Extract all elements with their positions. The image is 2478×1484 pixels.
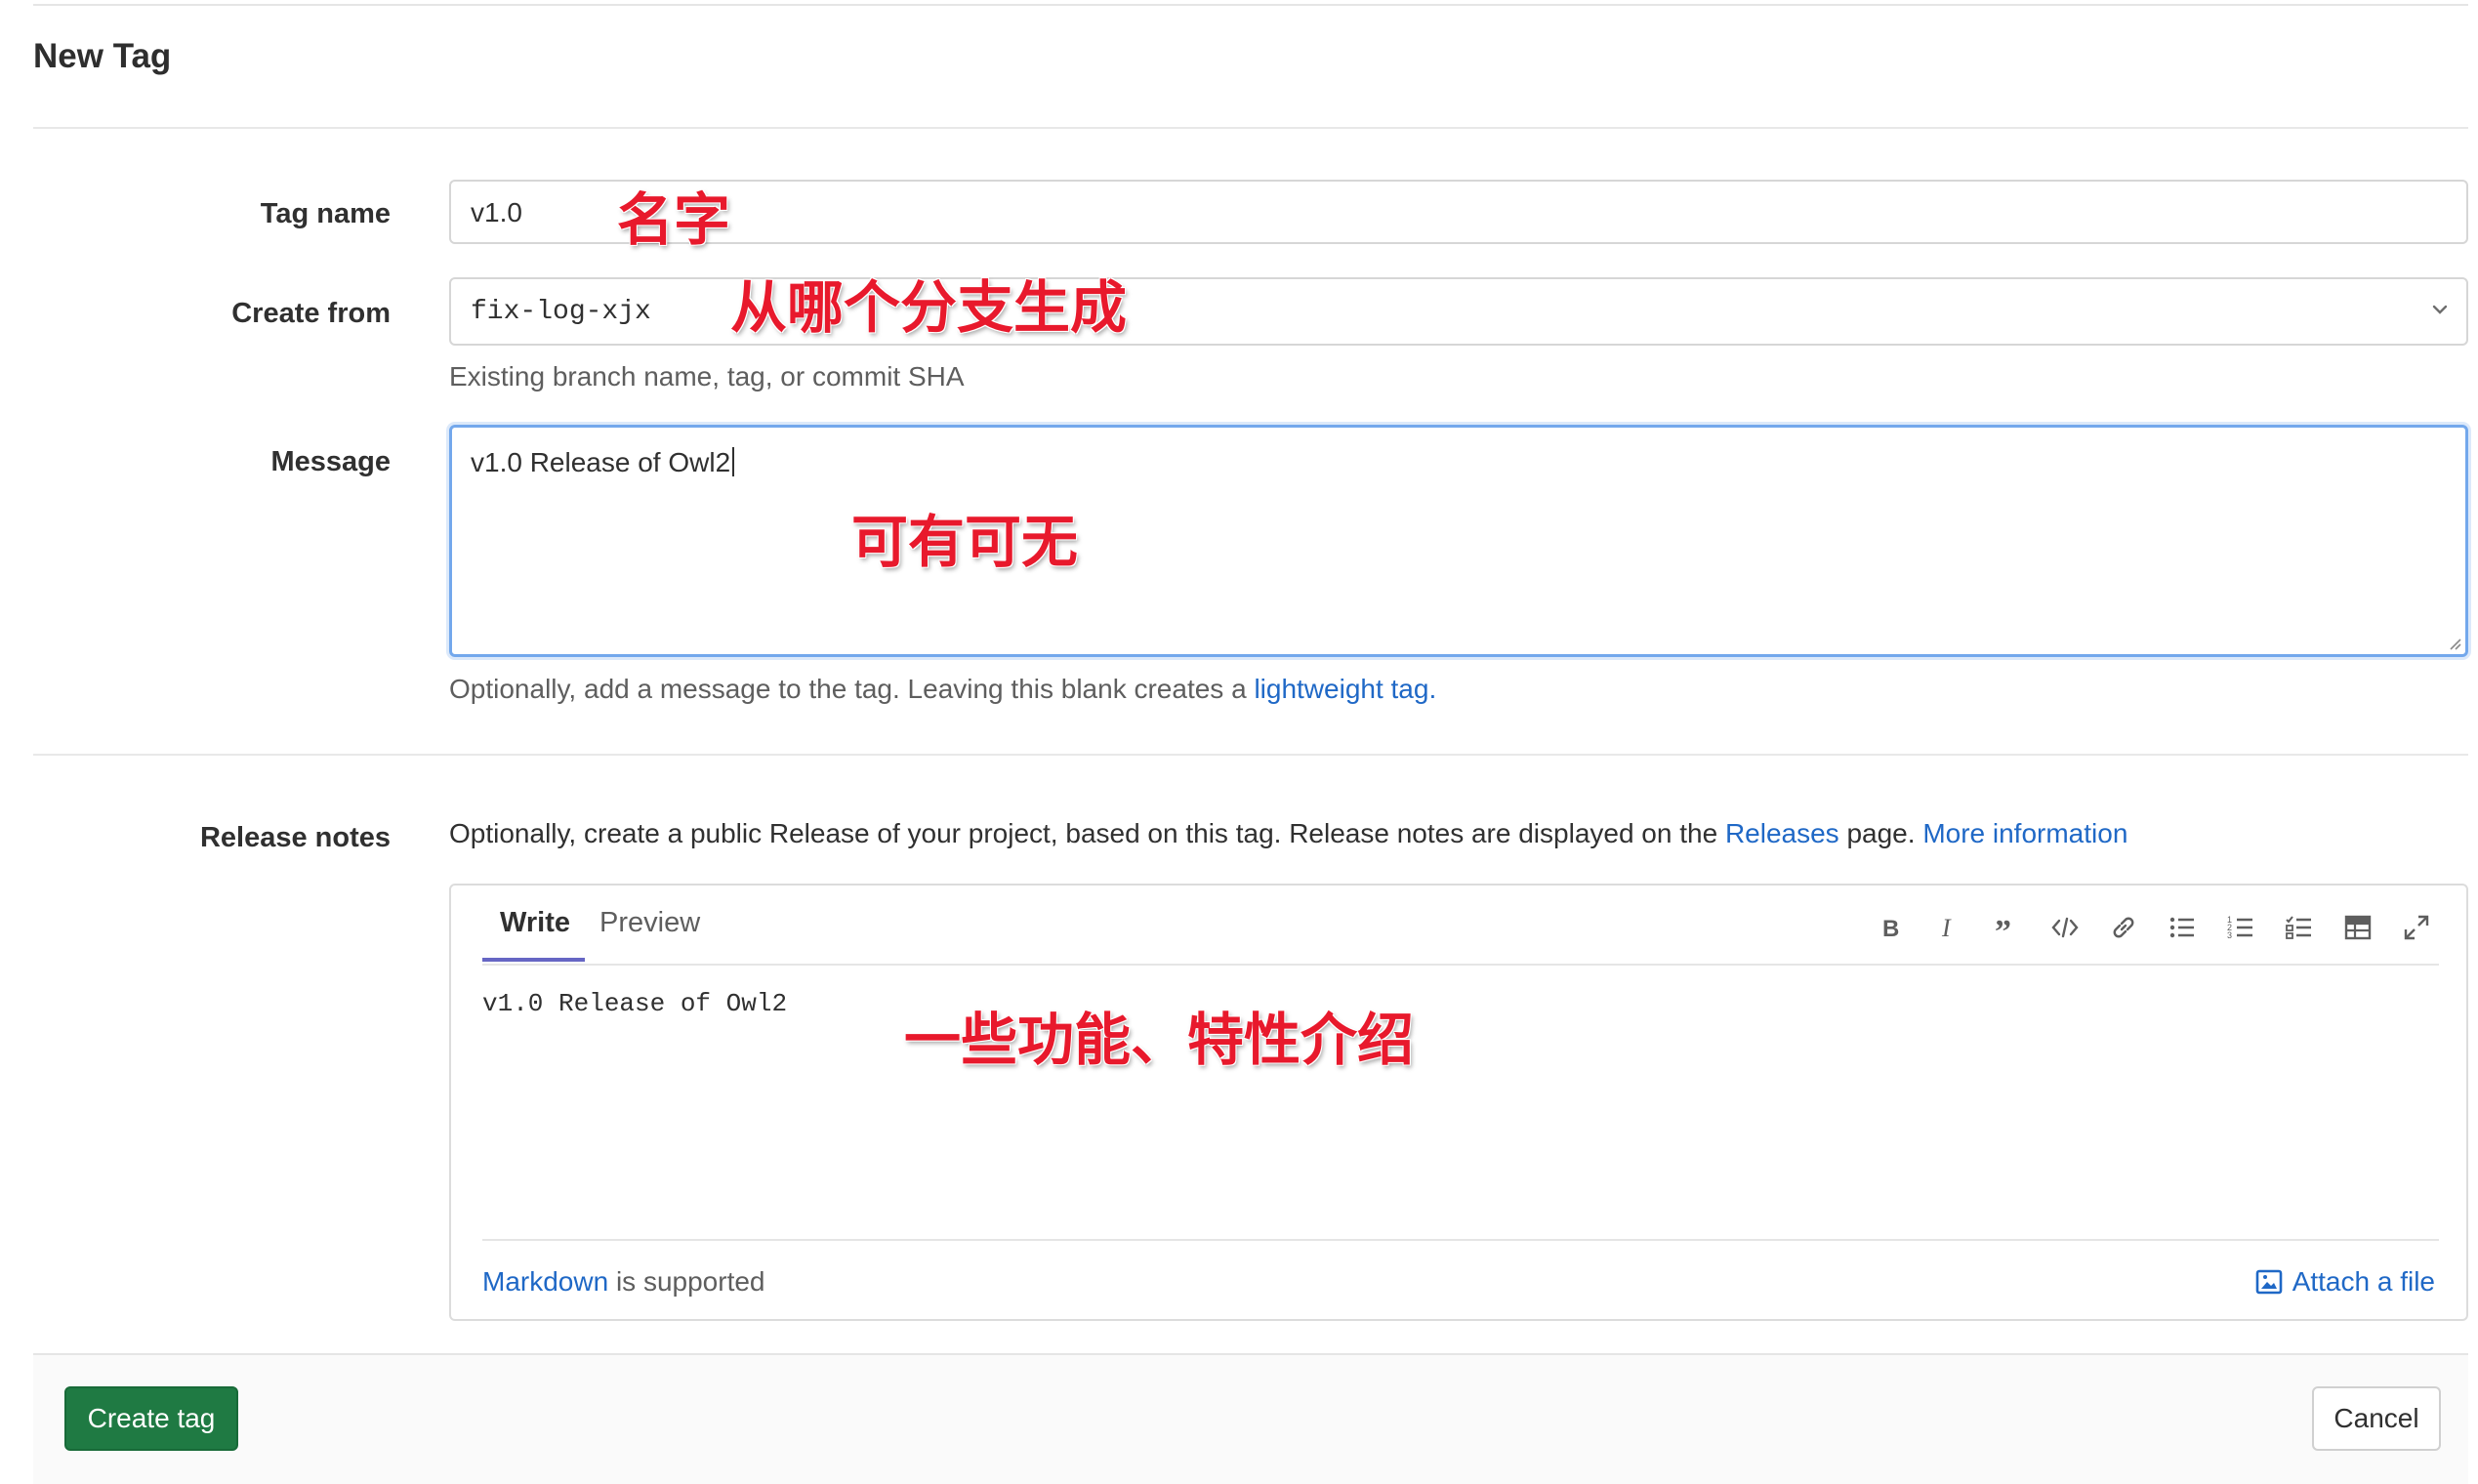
bold-icon[interactable]: B: [1873, 911, 1906, 944]
tag-name-annotation: 名字: [617, 186, 731, 253]
link-icon[interactable]: [2107, 911, 2140, 944]
release-notes-editor: Write Preview B I ” 123 v1.0 Release of …: [449, 884, 2468, 1321]
chevron-down-icon: [2432, 305, 2448, 314]
svg-text:3: 3: [2227, 930, 2232, 940]
more-information-link[interactable]: More information: [1922, 818, 2127, 848]
create-tag-button[interactable]: Create tag: [64, 1386, 238, 1451]
tag-name-value: v1.0: [471, 197, 522, 227]
code-icon[interactable]: [2048, 911, 2082, 944]
tag-name-input[interactable]: v1.0: [449, 180, 2468, 244]
tag-name-label: Tag name: [260, 198, 391, 229]
release-notes-annotation: 一些功能、特性介绍: [904, 1007, 1415, 1073]
svg-text:I: I: [1941, 914, 1952, 942]
cancel-button[interactable]: Cancel: [2312, 1386, 2441, 1451]
release-notes-label: Release notes: [199, 822, 391, 853]
release-notes-description: Optionally, create a public Release of y…: [449, 818, 2127, 849]
active-tab-indicator: [482, 958, 585, 962]
italic-icon[interactable]: I: [1931, 911, 1964, 944]
message-annotation: 可有可无: [851, 509, 1079, 575]
form-actions: Create tag Cancel: [33, 1353, 2468, 1484]
editor-tab-divider: [482, 964, 2439, 966]
markdown-support-note: Markdown is supported: [482, 1266, 765, 1298]
task-list-icon[interactable]: [2283, 911, 2316, 944]
numbered-list-icon[interactable]: 123: [2224, 911, 2257, 944]
svg-text:”: ”: [1995, 914, 2011, 942]
bullet-list-icon[interactable]: [2166, 911, 2199, 944]
editor-footer-divider: [482, 1239, 2439, 1241]
page-title: New Tag: [33, 37, 172, 75]
attach-file-label: Attach a file: [2292, 1266, 2435, 1297]
message-textarea[interactable]: v1.0 Release of Owl2: [449, 425, 2468, 657]
attach-file-button[interactable]: Attach a file: [2255, 1266, 2435, 1298]
top-divider: [33, 4, 2468, 6]
release-notes-description-mid: page.: [1838, 818, 1923, 848]
message-value: v1.0 Release of Owl2: [471, 447, 731, 477]
table-icon[interactable]: [2341, 911, 2375, 944]
section-divider: [33, 754, 2468, 756]
header-divider: [33, 127, 2468, 129]
message-label: Message: [270, 446, 391, 477]
create-from-value: fix-log-xjx: [471, 297, 651, 327]
create-from-help: Existing branch name, tag, or commit SHA: [449, 361, 965, 392]
release-notes-textarea[interactable]: v1.0 Release of Owl2: [482, 989, 787, 1018]
create-from-label: Create from: [231, 298, 391, 329]
quote-icon[interactable]: ”: [1990, 911, 2023, 944]
message-help: Optionally, add a message to the tag. Le…: [449, 674, 1436, 705]
message-help-text: Optionally, add a message to the tag. Le…: [449, 674, 1255, 704]
resize-handle-icon[interactable]: [2446, 635, 2461, 650]
image-icon: [2255, 1269, 2282, 1295]
tab-preview[interactable]: Preview: [599, 907, 700, 939]
releases-link[interactable]: Releases: [1725, 818, 1839, 848]
lightweight-tag-link[interactable]: lightweight tag.: [1254, 674, 1436, 704]
svg-text:B: B: [1882, 916, 1899, 942]
create-from-annotation: 从哪个分支生成: [730, 274, 1128, 341]
markdown-link[interactable]: Markdown: [482, 1266, 608, 1297]
markdown-support-text: is supported: [608, 1266, 765, 1297]
tab-write[interactable]: Write: [500, 907, 570, 939]
text-caret: [732, 447, 735, 476]
release-notes-description-text: Optionally, create a public Release of y…: [449, 818, 1725, 848]
fullscreen-icon[interactable]: [2400, 911, 2433, 944]
